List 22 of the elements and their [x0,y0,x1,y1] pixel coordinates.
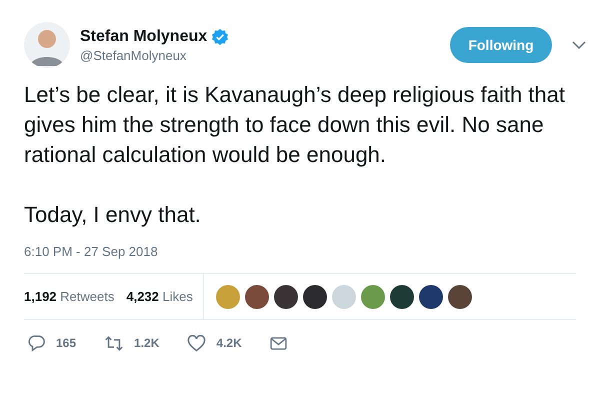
profile-avatar[interactable] [24,22,70,68]
liker-avatar[interactable] [274,284,298,308]
author-name[interactable]: Stefan Molyneux [80,28,208,46]
liker-avatar[interactable] [390,284,414,308]
engagement-stat[interactable]: 1,192 Retweets [24,289,114,304]
retweet-icon[interactable] [104,334,124,352]
liker-avatar[interactable] [302,284,327,308]
engagement-stat[interactable]: 4,232 Likes [126,289,193,304]
chevron-down-icon[interactable] [572,41,586,49]
heart-icon[interactable] [187,334,206,352]
liker-avatar[interactable] [418,284,443,308]
action-count: 4.2K [216,336,242,350]
tweet-text: Today, I envy that. [24,201,202,229]
action-count: 165 [56,336,76,350]
tweet-text: Let’s be clear, it is Kavanaugh’s deep religious faith that gives him the strength to face down this evil. No sane rational calculation would be enough. [24,81,566,169]
tweet-timestamp[interactable]: 6:10 PM - 27 Sep 2018 [24,244,594,259]
envelope-icon[interactable] [270,336,287,350]
liker-avatar[interactable] [448,284,472,308]
action-count: 1.2K [134,336,160,350]
author-handle[interactable]: @StefanMolyneux [80,48,450,62]
reply-icon[interactable] [28,334,46,352]
liker-avatar[interactable] [244,284,269,308]
